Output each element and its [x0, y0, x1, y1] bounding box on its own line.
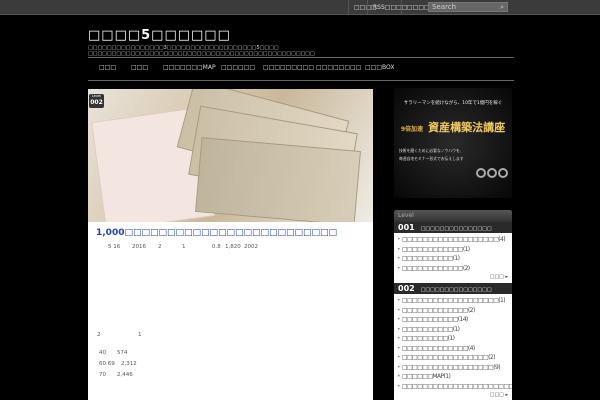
article-text: 2002	[244, 244, 258, 250]
nav-item-3[interactable]: □□□□□□□MAP	[163, 64, 216, 71]
article-text: 2,312	[121, 361, 137, 367]
level-badge: Level 002	[89, 94, 104, 108]
list-item[interactable]: □□□□□□□□□□□□□□□□□□□□□□□□(22)	[394, 382, 512, 392]
banner-text: 技術を磨くために必要なノウハウを、	[399, 148, 464, 153]
divider	[88, 57, 514, 58]
more-link[interactable]: □□□ ▸	[394, 273, 512, 282]
list-item[interactable]: □□□□□□□□□□□□(1)	[394, 245, 512, 255]
nav-item-2[interactable]: □□□	[131, 64, 148, 71]
dvd-disc-icon	[498, 168, 508, 178]
list-item[interactable]: □□□□□□□□□□□□□□□□□□□(4)	[394, 235, 512, 245]
article-text: 0.8	[212, 244, 221, 250]
site-title[interactable]: □□□□5□□□□□□	[88, 28, 231, 43]
dvd-disc-icon	[487, 168, 497, 178]
nav-item-1[interactable]: □□□	[99, 64, 116, 71]
search-icon[interactable]: ⌕	[500, 3, 504, 12]
list-item[interactable]: □□□□□□□□□□(1)	[394, 325, 512, 335]
more-link[interactable]: □□□ ▸	[394, 391, 512, 400]
list-item[interactable]: □□□□□□□□□□□□□(4)	[394, 344, 512, 354]
article-body: 1,000□□□□□□□□□□□□□□□□□□□□□□□□□ 5 16 2016…	[88, 222, 373, 400]
article-text: 60 69	[99, 361, 115, 367]
search-input[interactable]: Search ⌕	[428, 2, 508, 12]
article-title[interactable]: 1,000□□□□□□□□□□□□□□□□□□□□□□□□□	[96, 228, 337, 238]
level-badge-number: 002	[90, 99, 103, 106]
list-item[interactable]: □□□□□□□□□□□□□(2)	[394, 306, 512, 316]
article-text: 70	[99, 372, 106, 378]
divider	[88, 80, 514, 81]
level-section-header[interactable]: 002 □□□□□□□□□□□□□□□	[394, 283, 512, 294]
article-text: 40	[99, 350, 106, 356]
list-item[interactable]: □□□□□□□□□□□□□□□□□□(9)	[394, 363, 512, 373]
banner-tagline: サラリーマンを続けながら、10年で1億円を稼ぐ	[403, 101, 503, 106]
list-item[interactable]: □□□□□□□□□□□□□□□□□□□(1)	[394, 296, 512, 306]
article-text: 1	[182, 244, 186, 250]
nav-item-7[interactable]: □□□BOX	[365, 64, 394, 71]
list-item[interactable]: □□□□□□MAP(1)	[394, 372, 512, 382]
level-widget: Level 001 □□□□□□□□□□□□□□□ □□□□□□□□□□□□□□□…	[394, 210, 512, 400]
list-item[interactable]: □□□□□□□□□□(1)	[394, 254, 512, 264]
article-text: 2	[97, 332, 101, 338]
level-section-header[interactable]: 001 □□□□□□□□□□□□□□□	[394, 222, 512, 233]
article-text: 1,820	[225, 244, 241, 250]
banner-badge: 9倍加速	[400, 126, 424, 133]
banknote-image	[195, 137, 361, 222]
article-text: 5 16	[108, 244, 121, 250]
list-item[interactable]: □□□□□□□□□□□□(2)	[394, 264, 512, 274]
banner-text: 毎週自宅セミナー形式でお伝えします	[399, 156, 464, 161]
list-item[interactable]: □□□□□□□□□(1)	[394, 334, 512, 344]
article-thumbnail[interactable]: Level 002	[88, 89, 373, 222]
course-banner-ad[interactable]: サラリーマンを続けながら、10年で1億円を稼ぐ 9倍加速 資産構築法講座 技術を…	[394, 88, 512, 198]
nav-item-4[interactable]: □□□□□□	[221, 64, 255, 71]
article-text: 2,446	[117, 372, 133, 378]
article-text: 1	[138, 332, 142, 338]
level-label: □□□□□□□□□□□□□□□	[420, 226, 492, 232]
article-text: 2016	[132, 244, 146, 250]
level-number: 001	[398, 223, 415, 232]
list-item[interactable]: □□□□□□□□□□□(14)	[394, 315, 512, 325]
nav-item-5[interactable]: □□□□□□□□□	[263, 64, 314, 71]
search-placeholder: Search	[432, 3, 457, 11]
banner-headline: 資産構築法講座	[428, 121, 506, 134]
widget-title: Level	[394, 210, 512, 222]
article-text: 574	[117, 350, 128, 356]
dvd-disc-icon	[476, 168, 486, 178]
top-bar: □□□□ RSS□□□□ □□□□ ▾ Search ⌕	[0, 0, 600, 15]
nav-item-6[interactable]: □□□□□□□□	[316, 64, 361, 71]
level-label: □□□□□□□□□□□□□□□	[420, 287, 492, 293]
article-text: 2	[158, 244, 162, 250]
list-item[interactable]: □□□□□□□□□□□□□□□□□(2)	[394, 353, 512, 363]
level-number: 002	[398, 284, 415, 293]
